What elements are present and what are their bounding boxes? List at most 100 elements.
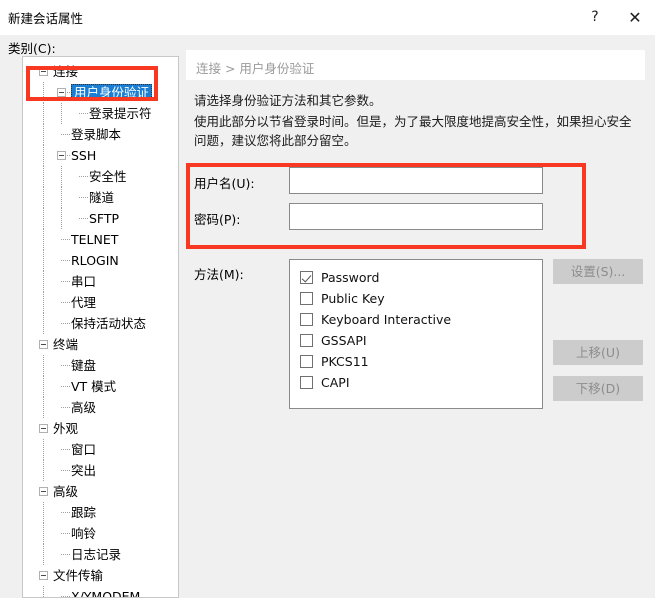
help-button[interactable]: ? — [575, 0, 615, 34]
password-input[interactable] — [289, 203, 543, 230]
checkbox-icon[interactable] — [300, 271, 313, 284]
tree-guide-line — [43, 376, 45, 397]
tree-item-1[interactable]: 用户身份验证 — [23, 82, 178, 103]
tree-item-13[interactable]: 终端 — [23, 334, 178, 355]
tree-guide-line — [61, 365, 70, 367]
tree-item-3[interactable]: 登录脚本 — [23, 124, 178, 145]
tree-guide-line — [43, 103, 45, 124]
tree-guide-line — [43, 460, 45, 481]
method-item-4[interactable]: PKCS11 — [300, 351, 542, 372]
move-down-button[interactable]: 下移(D) — [553, 376, 643, 401]
tree-item-25[interactable]: X/YMODEM — [23, 586, 178, 598]
tree-item-12[interactable]: 保持活动状态 — [23, 313, 178, 334]
tree-item-6[interactable]: 隧道 — [23, 187, 178, 208]
tree-item-23[interactable]: 日志记录 — [23, 544, 178, 565]
tree-guide-line — [43, 586, 45, 597]
tree-item-19[interactable]: 突出 — [23, 460, 178, 481]
tree-guide-line — [61, 533, 70, 535]
checkbox-icon[interactable] — [300, 292, 313, 305]
tree-guide-line — [79, 113, 88, 115]
checkbox-icon[interactable] — [300, 355, 313, 368]
checkbox-icon[interactable] — [300, 334, 313, 347]
tree-guide-line — [61, 281, 70, 283]
tree-expander-icon[interactable] — [57, 88, 66, 97]
tree-item-2[interactable]: 登录提示符 — [23, 103, 178, 124]
method-item-5[interactable]: CAPI — [300, 372, 542, 393]
tree-item-11[interactable]: 代理 — [23, 292, 178, 313]
tree-item-22[interactable]: 响铃 — [23, 523, 178, 544]
settings-button[interactable]: 设置(S)... — [553, 259, 643, 284]
tree-guide-line — [67, 92, 70, 94]
tree-item-7[interactable]: SFTP — [23, 208, 178, 229]
tree-item-8[interactable]: TELNET — [23, 229, 178, 250]
method-item-2[interactable]: Keyboard Interactive — [300, 309, 542, 330]
tree-item-24[interactable]: 文件传输 — [23, 565, 178, 586]
tree-item-15[interactable]: VT 模式 — [23, 376, 178, 397]
tree-guide-line — [43, 82, 45, 103]
close-button[interactable]: ✕ — [615, 0, 655, 34]
tree-guide-line — [43, 208, 45, 229]
category-tree-panel[interactable]: 连接 用户身份验证 登录提示符 登录脚本 SSH 安全性隧道 SFTP TELNET RLOGI… — [22, 56, 179, 598]
checkbox-icon[interactable] — [300, 313, 313, 326]
method-item-0[interactable]: Password — [300, 267, 542, 288]
move-up-button[interactable]: 上移(U) — [553, 340, 643, 365]
tree-item-16[interactable]: 高级 — [23, 397, 178, 418]
tree-item-label: X/YMODEM — [71, 589, 141, 598]
method-item-1[interactable]: Public Key — [300, 288, 542, 309]
tree-item-5[interactable]: 安全性 — [23, 166, 178, 187]
tree-guide-line — [61, 166, 63, 187]
tree-expander-icon[interactable] — [39, 67, 48, 76]
tree-item-9[interactable]: RLOGIN — [23, 250, 178, 271]
tree-item-label: 隧道 — [89, 190, 115, 205]
tree-guide-line — [61, 386, 70, 388]
checkbox-icon[interactable] — [300, 376, 313, 389]
tree-item-0[interactable]: 连接 — [23, 61, 178, 82]
method-list[interactable]: Password Public Key Keyboard Interactive GS… — [289, 259, 543, 409]
tree-guide-line — [61, 208, 63, 229]
username-input[interactable] — [289, 167, 543, 194]
tree-guide-line — [61, 323, 70, 325]
tree-item-21[interactable]: 跟踪 — [23, 502, 178, 523]
tree-expander-icon[interactable] — [39, 571, 48, 580]
tree-expander-icon[interactable] — [39, 487, 48, 496]
password-label: 密码(P): — [194, 212, 241, 227]
tree-item-label: 串口 — [71, 274, 97, 289]
tree-item-label: 高级 — [53, 484, 79, 499]
tree-item-label: 高级 — [71, 400, 97, 415]
tree-expander-icon[interactable] — [57, 151, 66, 160]
tree-guide-line — [61, 302, 70, 304]
category-tree[interactable]: 连接 用户身份验证 登录提示符 登录脚本 SSH 安全性隧道 SFTP TELNET RLOGI… — [23, 57, 178, 598]
tree-guide-line — [43, 229, 45, 250]
tree-guide-line — [43, 355, 45, 376]
tree-guide-line — [79, 197, 88, 199]
method-item-label: Public Key — [321, 291, 385, 306]
tree-item-14[interactable]: 键盘 — [23, 355, 178, 376]
tree-item-label: RLOGIN — [71, 253, 119, 268]
tree-item-label: 日志记录 — [71, 547, 122, 562]
tree-item-label: 窗口 — [71, 442, 97, 457]
tree-item-4[interactable]: SSH — [23, 145, 178, 166]
tree-item-20[interactable]: 高级 — [23, 481, 178, 502]
tree-guide-line — [43, 313, 45, 334]
tree-guide-line — [79, 176, 88, 178]
tree-guide-line — [43, 292, 45, 313]
tree-guide-line — [61, 407, 70, 409]
tree-item-label: 突出 — [71, 463, 97, 478]
tree-item-18[interactable]: 窗口 — [23, 439, 178, 460]
tree-item-17[interactable]: 外观 — [23, 418, 178, 439]
tree-guide-line — [43, 187, 45, 208]
tree-guide-line — [43, 145, 45, 166]
method-item-3[interactable]: GSSAPI — [300, 330, 542, 351]
method-item-label: GSSAPI — [321, 333, 367, 348]
category-label: 类别(C): — [8, 41, 56, 56]
tree-expander-icon[interactable] — [39, 340, 48, 349]
tree-guide-line — [61, 103, 63, 124]
window-title: 新建会话属性 — [8, 11, 84, 26]
tree-guide-line — [43, 502, 45, 523]
method-item-label: PKCS11 — [321, 354, 369, 369]
tree-guide-line — [61, 239, 70, 241]
tree-expander-icon[interactable] — [39, 424, 48, 433]
tree-item-10[interactable]: 串口 — [23, 271, 178, 292]
tree-item-label: 文件传输 — [53, 568, 104, 583]
tree-item-label: 安全性 — [89, 169, 127, 184]
